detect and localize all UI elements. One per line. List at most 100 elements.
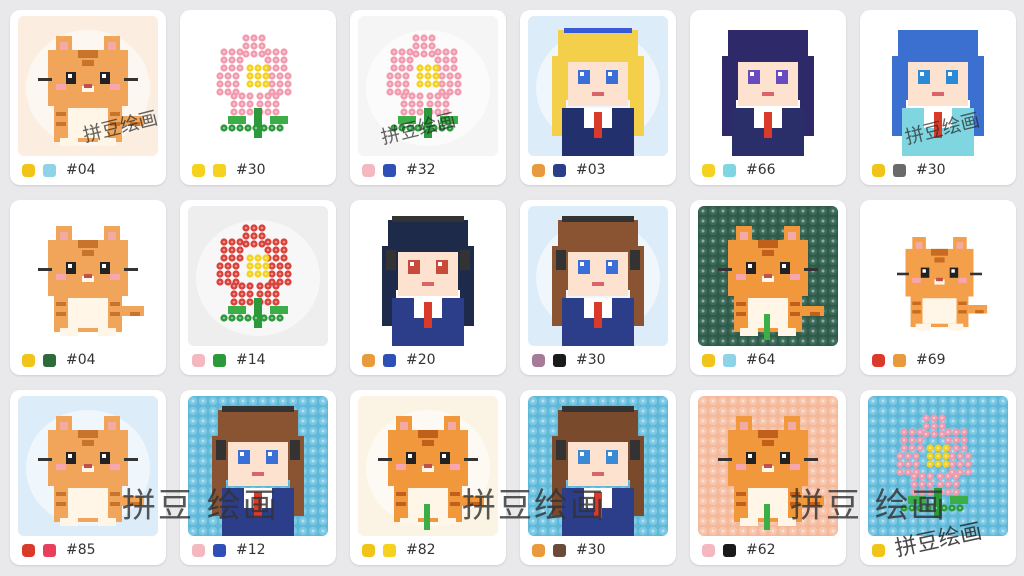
color-code-label: #03 [576,162,606,178]
pattern-thumbnail [868,206,1008,346]
color-swatch [22,543,35,557]
pattern-card[interactable]: #30 [520,390,676,565]
color-code-label: #20 [406,352,436,368]
pattern-thumbnail [698,16,838,156]
color-swatch [532,353,545,367]
pattern-card[interactable]: #03 [520,10,676,185]
color-legend: #69 [860,345,1016,375]
pattern-thumbnail [18,396,158,536]
color-swatch [532,163,545,177]
color-code-label: #04 [66,162,96,178]
pattern-thumbnail [18,16,158,156]
pattern-thumbnail [358,206,498,346]
color-legend: #12 [180,535,336,565]
pattern-thumbnail [528,396,668,536]
color-code-label: #32 [406,162,436,178]
color-swatch [723,353,736,367]
color-swatch [213,353,226,367]
color-legend: #85 [10,535,166,565]
color-code-label: #69 [916,352,946,368]
color-swatch [362,543,375,557]
color-legend: #30 [180,155,336,185]
color-swatch [553,543,566,557]
pattern-card[interactable]: #12 [180,390,336,565]
color-legend: #30 [520,535,676,565]
color-legend: #03 [520,155,676,185]
pattern-thumbnail [188,396,328,536]
color-swatch [192,353,205,367]
pattern-thumbnail [528,206,668,346]
color-legend: #20 [350,345,506,375]
color-code-label: #04 [66,352,96,368]
color-swatch [213,163,226,177]
color-code-label: #30 [236,162,266,178]
color-swatch [383,543,396,557]
color-legend: #62 [690,535,846,565]
color-swatch [362,163,375,177]
pattern-grid: 拼豆绘画 #04 #30 拼豆绘画 #32 #03 #66 拼豆绘画 #30 #04 #14 #20 #… [10,10,1016,565]
color-code-label: #62 [746,542,776,558]
pattern-card[interactable]: #30 [520,200,676,375]
pattern-card[interactable]: 拼豆绘画 #32 [350,10,506,185]
color-swatch [872,543,885,557]
pattern-card[interactable]: #64 [690,200,846,375]
color-swatch [192,543,205,557]
pattern-thumbnail [188,206,328,346]
color-swatch [553,163,566,177]
color-swatch [22,353,35,367]
color-swatch [213,543,226,557]
color-legend: #30 [860,155,1016,185]
color-code-label: #64 [746,352,776,368]
color-swatch [383,163,396,177]
color-legend: #04 [10,345,166,375]
color-legend: #66 [690,155,846,185]
color-swatch [702,353,715,367]
color-swatch [872,163,885,177]
color-legend: #04 [10,155,166,185]
color-code-label: #14 [236,352,266,368]
color-swatch [532,543,545,557]
color-swatch [22,163,35,177]
pattern-card[interactable] [860,390,1016,565]
pattern-card[interactable]: #85 [10,390,166,565]
color-code-label: #82 [406,542,436,558]
color-legend: #82 [350,535,506,565]
color-legend: #64 [690,345,846,375]
color-swatch [893,163,906,177]
pattern-card[interactable]: #69 [860,200,1016,375]
pattern-card[interactable]: #14 [180,200,336,375]
color-code-label: #85 [66,542,96,558]
color-swatch [553,353,566,367]
color-swatch [43,163,56,177]
color-swatch [723,163,736,177]
pattern-card[interactable]: #62 [690,390,846,565]
pattern-thumbnail [698,396,838,536]
color-swatch [362,353,375,367]
pattern-thumbnail [698,206,838,346]
pattern-card[interactable]: #82 [350,390,506,565]
pattern-card[interactable]: 拼豆绘画 #30 [860,10,1016,185]
pattern-thumbnail [358,16,498,156]
color-legend: #32 [350,155,506,185]
color-swatch [192,163,205,177]
pattern-thumbnail [528,16,668,156]
pattern-card[interactable]: #20 [350,200,506,375]
pattern-card[interactable]: #30 [180,10,336,185]
color-legend: #30 [520,345,676,375]
pattern-thumbnail [358,396,498,536]
color-code-label: #30 [576,352,606,368]
color-swatch [43,543,56,557]
color-code-label: #12 [236,542,266,558]
color-swatch [702,163,715,177]
color-code-label: #30 [576,542,606,558]
color-swatch [872,353,885,367]
color-swatch [723,543,736,557]
pattern-card[interactable]: 拼豆绘画 #04 [10,10,166,185]
pattern-card[interactable]: #04 [10,200,166,375]
color-swatch [43,353,56,367]
color-legend [860,535,1016,565]
pattern-thumbnail [188,16,328,156]
color-swatch [383,353,396,367]
pattern-thumbnail [868,16,1008,156]
pattern-card[interactable]: #66 [690,10,846,185]
